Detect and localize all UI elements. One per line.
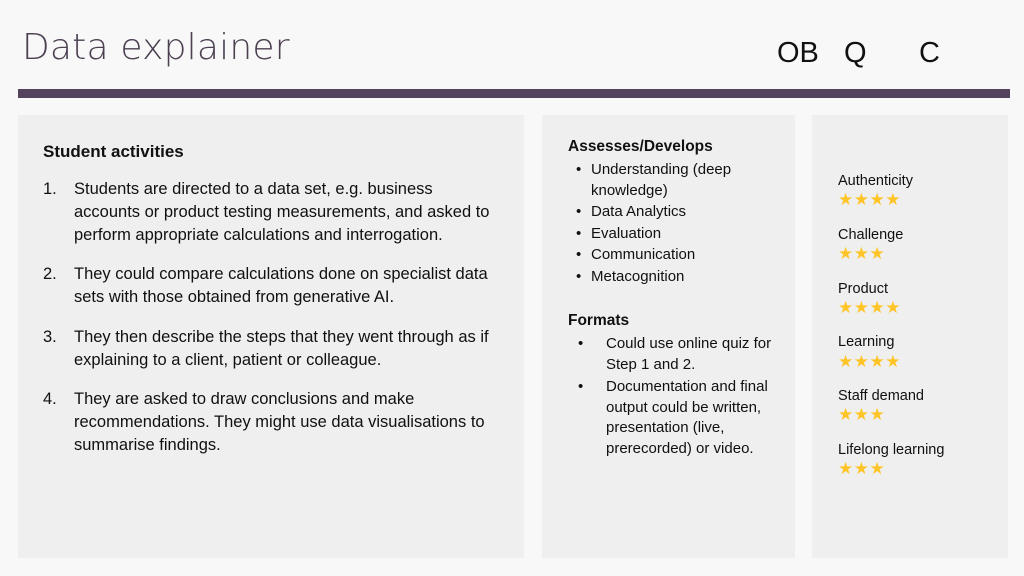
assessment-panel: Assesses/Develops • Understanding (deep … (542, 115, 795, 558)
rating-row-staff-demand: Staff demand ★★★ (838, 387, 1003, 425)
rating-row-product: Product ★★★★ (838, 280, 1003, 318)
star-rating-icon: ★★★ (838, 459, 886, 479)
list-item-text: Documentation and final output could be … (606, 378, 768, 457)
list-item: • Communication (568, 245, 780, 266)
bullet-icon: • (576, 224, 582, 242)
header-divider-rule (18, 89, 1010, 98)
rating-label: Learning (838, 334, 895, 351)
student-activities-list: 1. Students are directed to a data set, … (43, 178, 503, 474)
list-item-text: Data Analytics (591, 203, 687, 221)
list-item-text: Students are directed to a data set, e.g… (74, 180, 490, 244)
star-rating-icon: ★★★★ (838, 351, 901, 371)
list-item: 1. Students are directed to a data set, … (43, 178, 503, 246)
list-item: • Understanding (deep knowledge) (568, 160, 780, 201)
rating-label: Product (838, 280, 888, 297)
rating-label: Lifelong learning (838, 442, 945, 459)
bullet-icon: • (578, 335, 584, 352)
page-title: Data explainer (22, 27, 290, 68)
list-item-number: 2. (43, 265, 57, 284)
slide-canvas: Data explainer OB Q C Student activities… (0, 0, 1024, 576)
bullet-icon: • (576, 246, 582, 264)
list-item: • Could use online quiz for Step 1 and 2… (568, 334, 780, 375)
bullet-icon: • (576, 267, 582, 285)
list-item-text: Could use online quiz for Step 1 and 2. (606, 335, 772, 373)
ratings-list: Authenticity ★★★★ Challenge ★★★ Product … (838, 172, 1003, 495)
rating-label: Staff demand (838, 388, 924, 405)
rating-row-lifelong-learning: Lifelong learning ★★★ (838, 441, 1003, 479)
rating-row-authenticity: Authenticity ★★★★ (838, 172, 1003, 210)
list-item: 3. They then describe the steps that the… (43, 326, 503, 372)
list-item-text: Understanding (deep knowledge) (591, 161, 732, 199)
student-activities-panel: Student activities 1. Students are direc… (18, 115, 524, 558)
bullet-icon: • (578, 378, 584, 396)
formats-list: • Could use online quiz for Step 1 and 2… (568, 334, 780, 461)
star-rating-icon: ★★★ (838, 405, 886, 425)
bullet-icon: • (576, 161, 582, 178)
star-rating-icon: ★★★★ (838, 297, 901, 317)
star-rating-icon: ★★★★ (838, 190, 901, 210)
rating-row-challenge: Challenge ★★★ (838, 226, 1003, 264)
header-code-q: Q (844, 37, 867, 69)
header-code-c: C (919, 37, 940, 69)
list-item: • Metacognition (568, 267, 780, 288)
list-item: 4. They are asked to draw conclusions an… (43, 388, 503, 456)
list-item-text: They could compare calculations done on … (74, 265, 488, 307)
list-item-text: They then describe the steps that they w… (74, 327, 489, 369)
list-item-number: 3. (43, 327, 57, 346)
list-item-number: 1. (43, 180, 57, 198)
star-rating-icon: ★★★ (838, 243, 886, 263)
assesses-develops-heading: Assesses/Develops (568, 138, 713, 155)
list-item: • Evaluation (568, 224, 780, 245)
ratings-panel: Authenticity ★★★★ Challenge ★★★ Product … (812, 115, 1008, 558)
rating-label: Authenticity (838, 173, 913, 189)
list-item-text: Metacognition (591, 267, 685, 285)
list-item-text: Communication (591, 246, 696, 264)
formats-heading: Formats (568, 312, 630, 329)
list-item: • Documentation and final output could b… (568, 377, 780, 459)
list-item-text: Evaluation (591, 224, 662, 242)
rating-label: Challenge (838, 226, 904, 243)
list-item: • Data Analytics (568, 202, 780, 223)
list-item-number: 4. (43, 390, 57, 409)
rating-row-learning: Learning ★★★★ (838, 333, 1003, 371)
assesses-develops-list: • Understanding (deep knowledge) • Data … (568, 160, 780, 288)
bullet-icon: • (576, 203, 582, 221)
student-activities-heading: Student activities (43, 142, 184, 161)
header-code-ob: OB (777, 37, 819, 69)
list-item: 2. They could compare calculations done … (43, 263, 503, 309)
list-item-text: They are asked to draw conclusions and m… (74, 390, 485, 454)
